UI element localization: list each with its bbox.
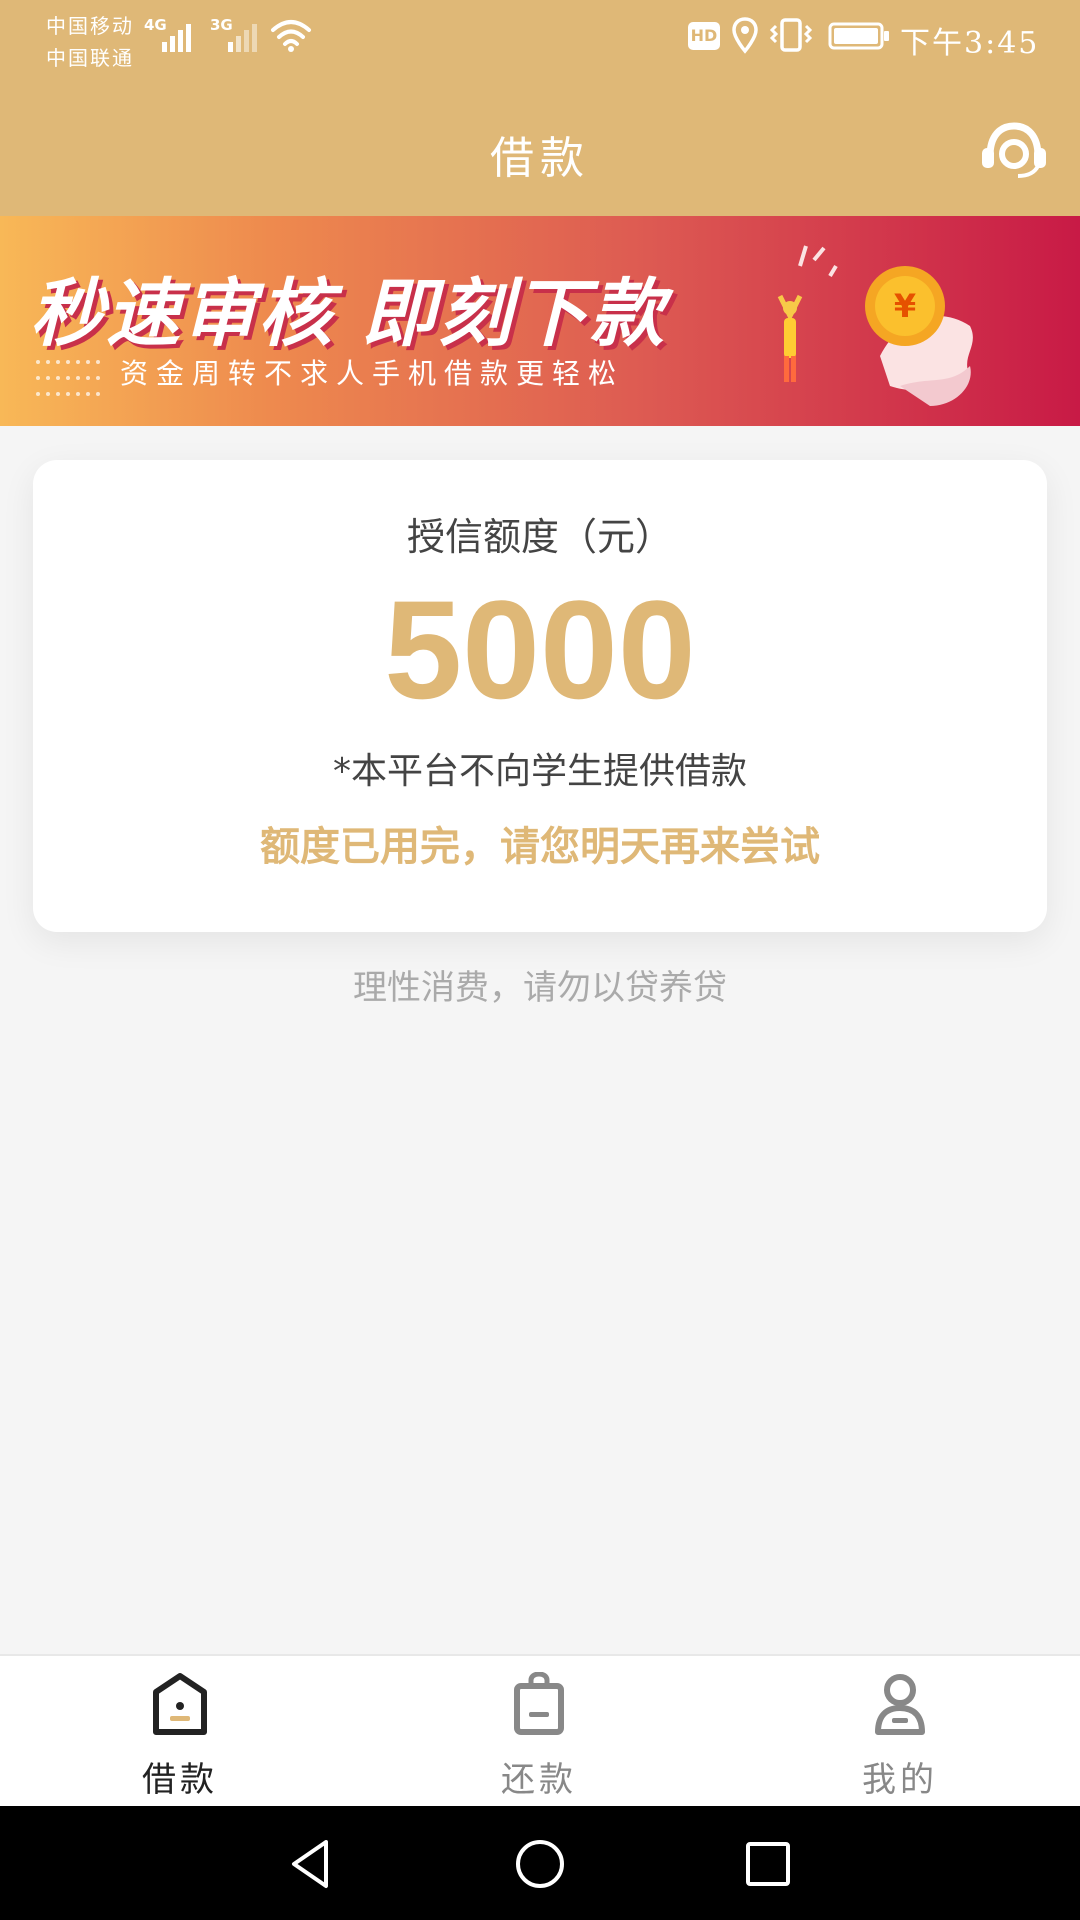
signal-weak-icon — [228, 24, 257, 52]
clock: 下午3:45 — [900, 26, 1040, 61]
home-circle-icon[interactable] — [510, 1834, 570, 1894]
coin-illustration: ¥ — [777, 245, 973, 406]
bottom-tab-bar: 借款 还款 我的 — [0, 1654, 1080, 1808]
student-notice: *本平台不向学生提供借款 — [332, 751, 747, 792]
credit-limit-label: 授信额度（元） — [406, 515, 673, 559]
user-icon — [875, 1674, 925, 1735]
nav-bar: 借款 — [0, 90, 1080, 216]
banner-headline: 秒速审核 即刻下款 — [30, 271, 666, 357]
hd-icon: HD — [688, 22, 720, 50]
system-nav-bar — [0, 1806, 1080, 1920]
vibrate-icon — [769, 18, 813, 52]
signal-icon — [162, 24, 191, 52]
headset-icon[interactable] — [978, 118, 1050, 182]
quota-status-message: 额度已用完，请您明天再来尝试 — [260, 824, 820, 870]
tab-loan[interactable]: 借款 — [80, 1656, 280, 1808]
tab-label: 还款 — [501, 1760, 577, 1800]
credit-card: 授信额度（元） 5000 *本平台不向学生提供借款 额度已用完，请您明天再来尝试 — [33, 460, 1047, 932]
back-icon[interactable] — [280, 1834, 340, 1894]
tab-mine[interactable]: 我的 — [800, 1656, 1000, 1808]
tab-label: 我的 — [862, 1760, 938, 1800]
carrier-names: 中国移动 中国联通 — [46, 10, 134, 74]
location-icon — [732, 17, 758, 54]
banner-subline: 资金周转不求人手机借款更轻松 — [120, 357, 625, 390]
dots-decoration — [36, 360, 100, 396]
page-title: 借款 — [490, 133, 590, 184]
bag-icon — [514, 1672, 564, 1735]
rational-consumption-tip: 理性消费，请勿以贷养贷 — [353, 968, 727, 1008]
tab-repay[interactable]: 还款 — [439, 1656, 639, 1808]
battery-icon — [828, 22, 889, 50]
carrier-2: 中国联通 — [46, 46, 134, 70]
svg-text:¥: ¥ — [894, 287, 916, 325]
promo-banner[interactable]: 秒速审核 即刻下款 资金周转不求人手机借款更轻松 ¥ — [0, 216, 1080, 426]
recent-apps-icon[interactable] — [738, 1834, 798, 1894]
wifi-icon — [271, 20, 311, 52]
status-bar: 中国移动 中国联通 4G 3G HD 下午3:45 — [0, 0, 1080, 90]
carrier-1: 中国移动 — [46, 14, 134, 38]
home-icon — [153, 1673, 207, 1735]
tab-label: 借款 — [142, 1760, 218, 1800]
credit-limit-amount: 5000 — [384, 571, 696, 728]
